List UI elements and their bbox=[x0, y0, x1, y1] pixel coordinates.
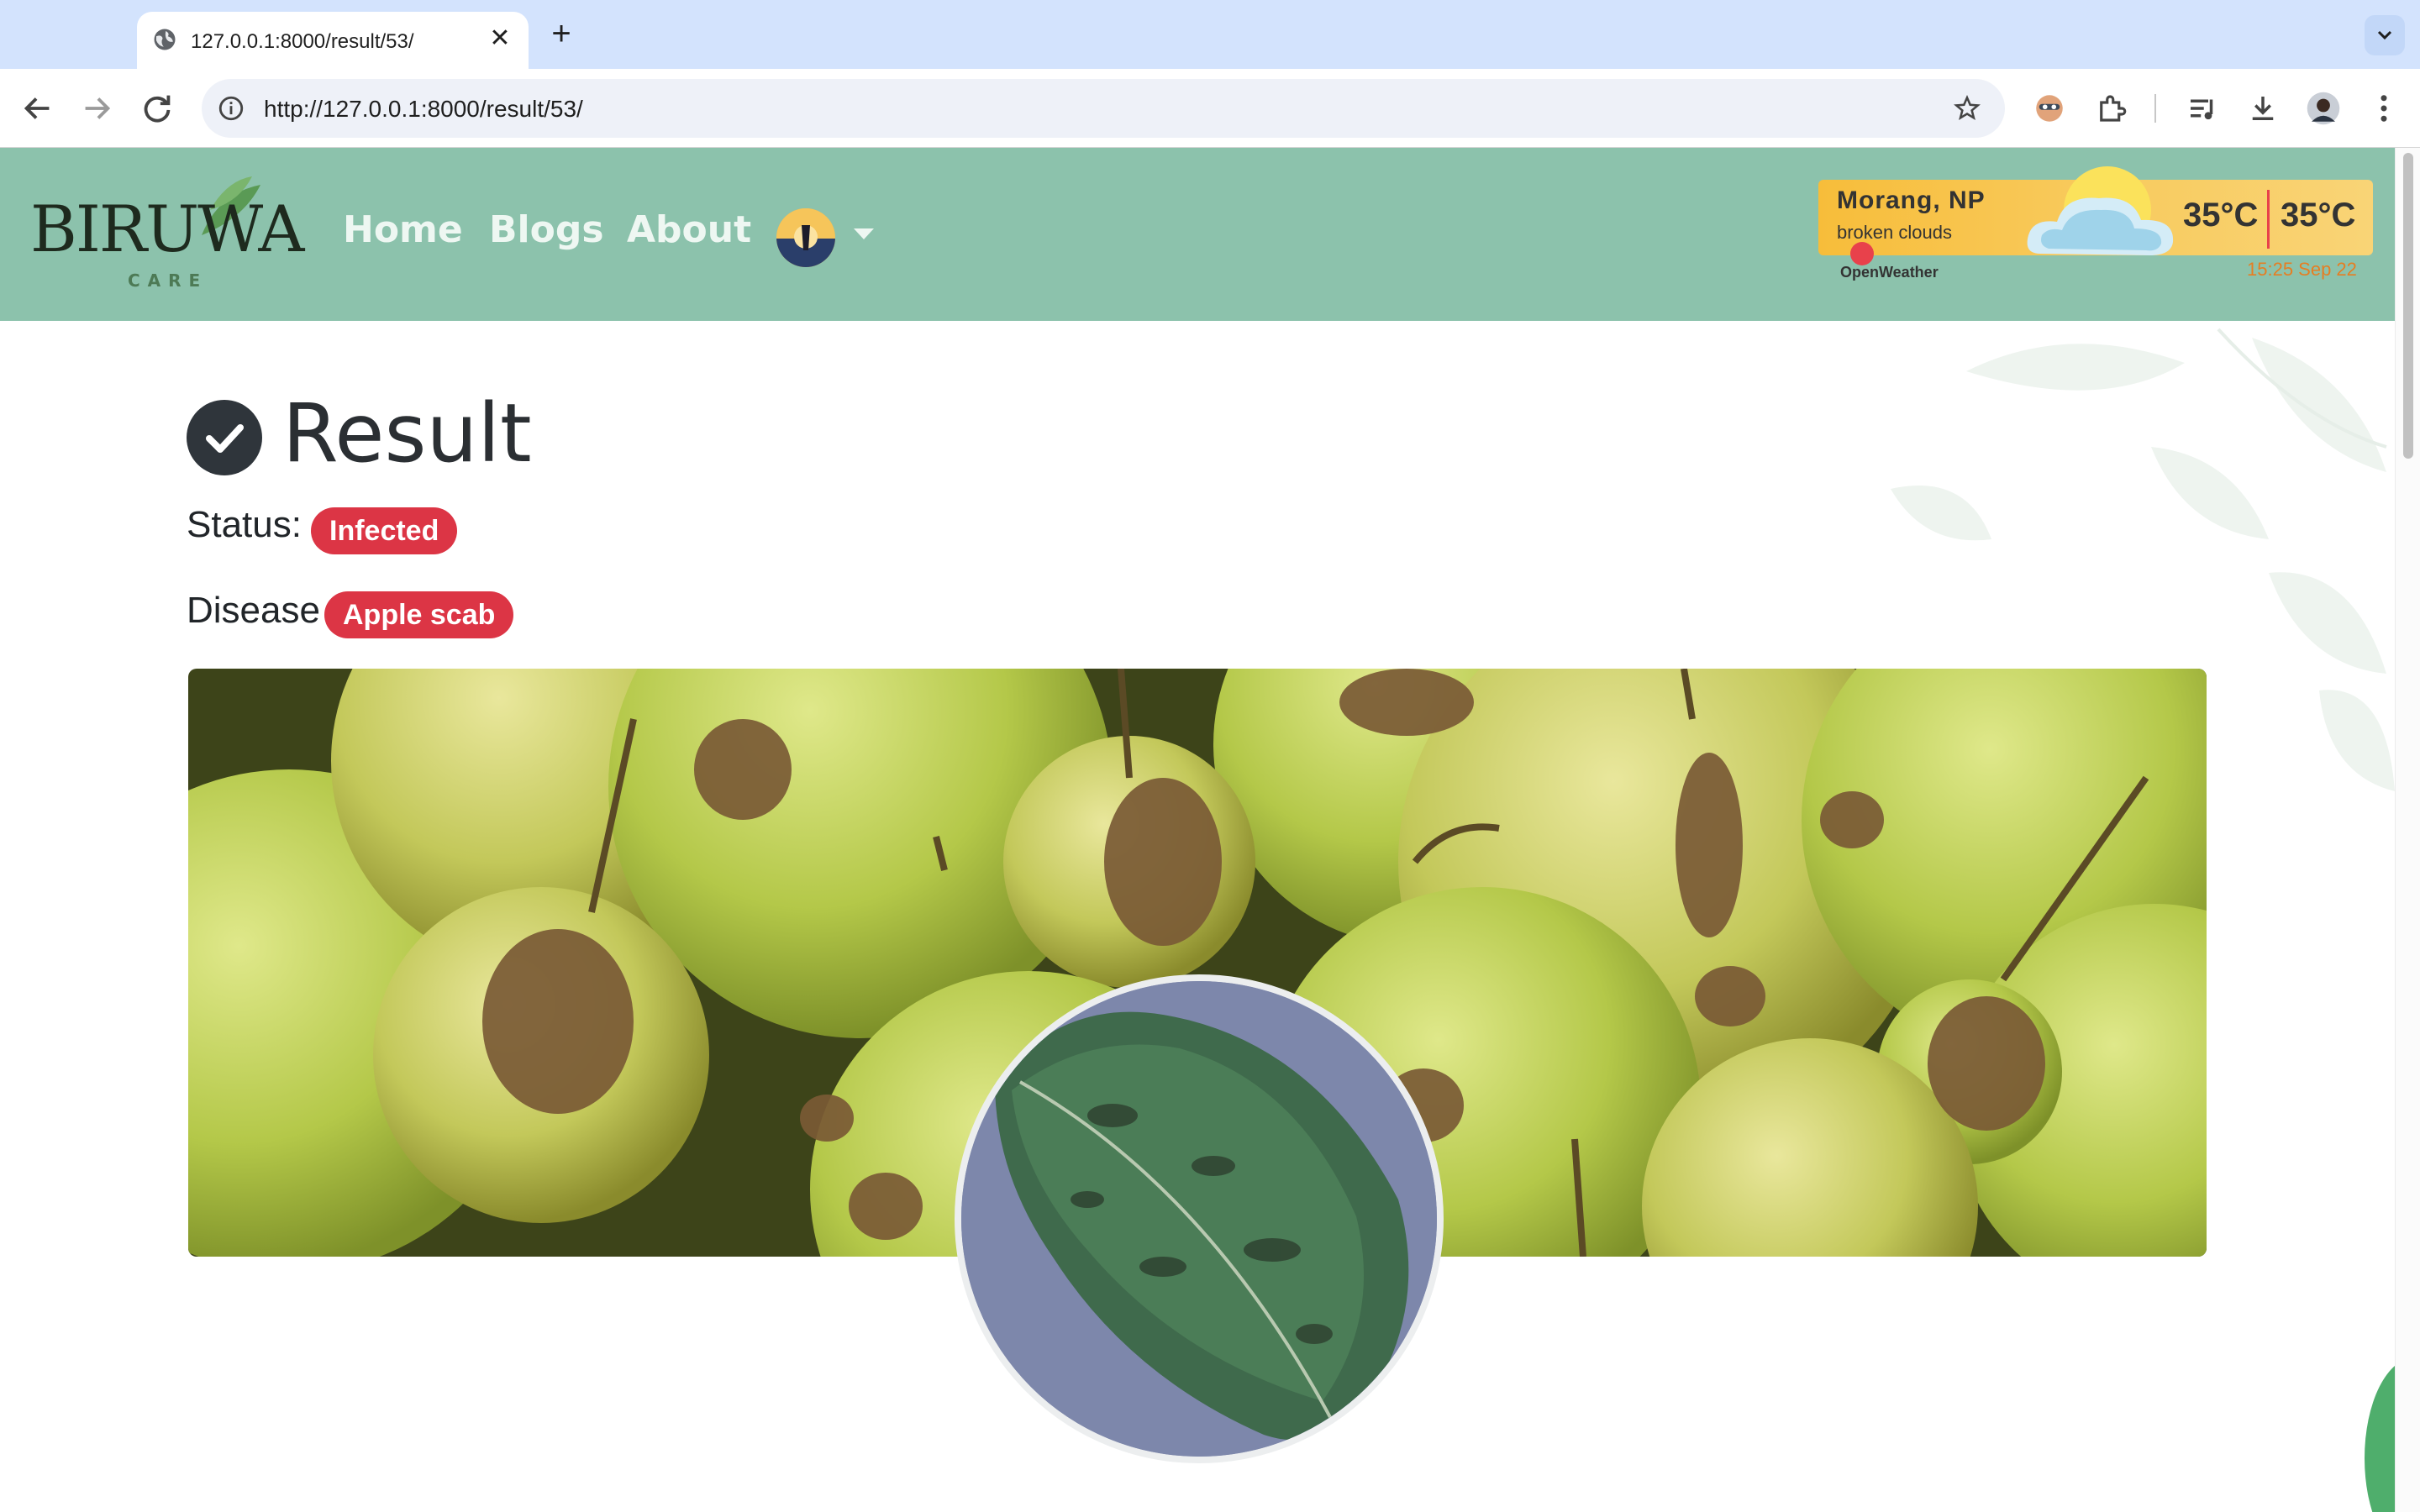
status-badge: Infected bbox=[311, 507, 458, 554]
disease-badge: Apple scab bbox=[324, 591, 514, 638]
site-info-icon[interactable] bbox=[217, 94, 245, 123]
page-scrollbar[interactable] bbox=[2395, 148, 2420, 1512]
user-avatar-image bbox=[776, 208, 835, 267]
uploaded-leaf-image bbox=[955, 974, 1444, 1463]
status-label: Status: bbox=[187, 504, 302, 545]
logo-text: BIRUWA bbox=[30, 192, 304, 266]
weather-divider bbox=[2267, 190, 2270, 249]
new-tab-button[interactable]: + bbox=[544, 17, 578, 50]
weather-city: Morang, NP bbox=[1837, 186, 1986, 214]
browser-tab-strip: 127.0.0.1:8000/result/53/ ✕ + bbox=[0, 0, 2420, 69]
profile-avatar-icon[interactable] bbox=[2306, 91, 2341, 126]
cloud-sun-icon bbox=[2027, 166, 2174, 255]
weather-time: 15:25 Sep 22 bbox=[2247, 259, 2357, 280]
weather-feels-like: 35°C bbox=[2281, 197, 2356, 234]
web-page: BIRUWA CARE Home Blogs About Morang, NP … bbox=[0, 148, 2420, 1512]
tab-search-button[interactable] bbox=[2365, 15, 2405, 55]
globe-icon bbox=[154, 29, 176, 50]
extensions-puzzle-icon[interactable] bbox=[2094, 91, 2129, 126]
chevron-down-icon bbox=[2377, 30, 2392, 40]
openweather-logo-icon bbox=[1850, 242, 1874, 265]
bookmark-star-icon[interactable] bbox=[1953, 94, 1981, 123]
nav-link-home[interactable]: Home bbox=[343, 208, 463, 251]
reload-icon[interactable] bbox=[138, 89, 176, 128]
close-tab-icon[interactable]: ✕ bbox=[487, 25, 513, 52]
nav-link-blogs[interactable]: Blogs bbox=[489, 208, 604, 251]
site-logo[interactable]: BIRUWA CARE bbox=[25, 176, 304, 294]
toolbar-divider bbox=[2154, 94, 2156, 123]
browser-tab[interactable]: 127.0.0.1:8000/result/53/ ✕ bbox=[137, 12, 529, 69]
back-icon[interactable] bbox=[18, 89, 57, 128]
user-menu-caret-icon[interactable] bbox=[854, 228, 874, 239]
weather-description: broken clouds bbox=[1837, 222, 1952, 243]
address-bar[interactable]: http://127.0.0.1:8000/result/53/ bbox=[202, 79, 2005, 138]
weather-temperature: 35°C bbox=[2183, 197, 2259, 234]
check-circle-icon bbox=[187, 400, 262, 475]
browser-toolbar: http://127.0.0.1:8000/result/53/ bbox=[0, 69, 2420, 148]
logo-subtext: CARE bbox=[128, 270, 208, 291]
media-queue-icon[interactable] bbox=[2185, 91, 2220, 126]
url-text[interactable]: http://127.0.0.1:8000/result/53/ bbox=[264, 96, 583, 123]
disease-label: Disease bbox=[187, 590, 320, 631]
menu-kebab-icon[interactable] bbox=[2366, 91, 2402, 126]
weather-brand: OpenWeather bbox=[1840, 264, 1939, 281]
infected-leaf-photo bbox=[961, 981, 1437, 1457]
page-title: Result bbox=[282, 386, 532, 480]
download-icon[interactable] bbox=[2245, 91, 2281, 126]
forward-icon[interactable] bbox=[77, 89, 116, 128]
extension-face-icon[interactable] bbox=[2032, 91, 2067, 126]
scrollbar-thumb[interactable] bbox=[2403, 153, 2413, 459]
weather-widget: Morang, NP broken clouds 35°C 35°C bbox=[1818, 166, 2373, 255]
site-navbar: BIRUWA CARE Home Blogs About Morang, NP … bbox=[0, 148, 2395, 321]
tab-title: 127.0.0.1:8000/result/53/ bbox=[191, 30, 414, 53]
nav-link-about[interactable]: About bbox=[627, 208, 751, 251]
user-avatar[interactable] bbox=[776, 208, 835, 267]
